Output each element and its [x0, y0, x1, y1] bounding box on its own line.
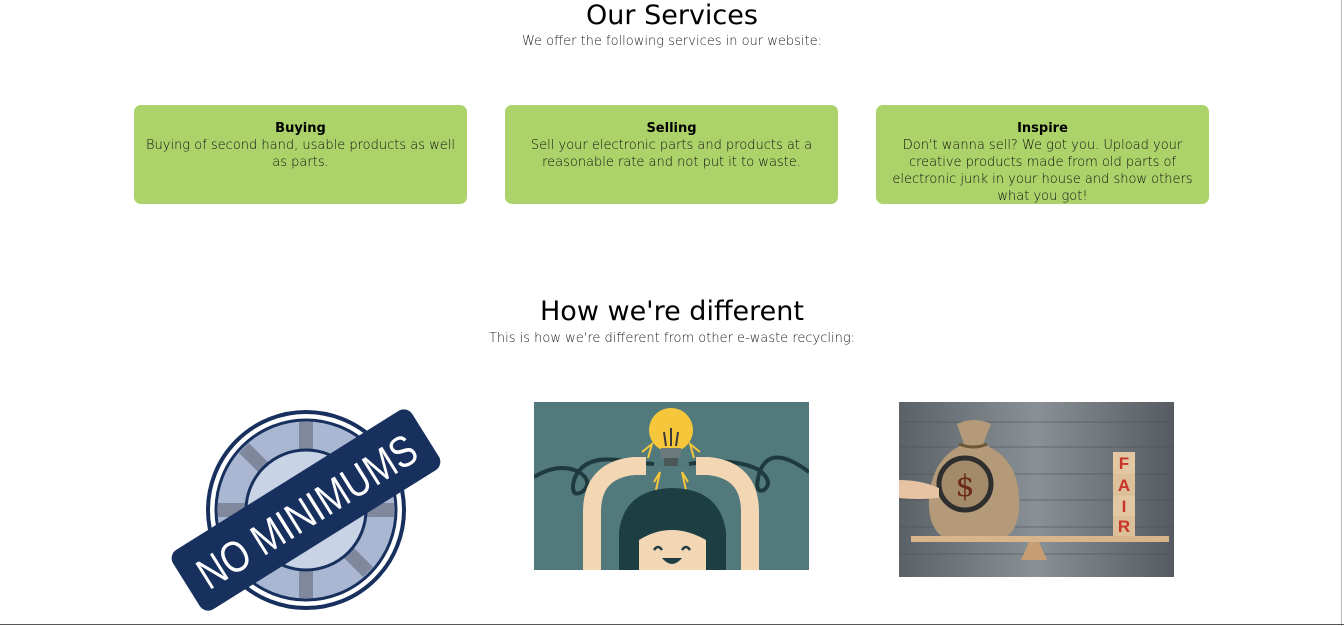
- page-bottom-border: [0, 624, 1344, 625]
- service-card-buying: Buying Buying of second hand, usable pro…: [134, 105, 467, 204]
- service-card-description: Don't wanna sell? We got you. Upload you…: [892, 138, 1193, 204]
- different-title: How we're different: [540, 296, 804, 327]
- fair-money-bag-image: $ F A I R: [899, 402, 1174, 577]
- service-card-selling: Selling Sell your electronic parts and p…: [505, 105, 838, 204]
- service-card-title: Buying: [275, 121, 326, 136]
- different-subtitle: This is how we're different from other e…: [488, 331, 856, 346]
- service-card-title: Inspire: [1017, 121, 1068, 136]
- no-minimums-badge-image: NO MINIMUMS: [165, 398, 450, 623]
- services-subtitle: We offer the following services in our w…: [521, 34, 823, 49]
- fair-letter-r: R: [1118, 517, 1130, 536]
- service-card-title: Selling: [646, 121, 697, 136]
- fair-letter-a: A: [1118, 476, 1130, 495]
- dollar-symbol: $: [955, 469, 974, 504]
- service-card-inspire: Inspire Don't wanna sell? We got you. Up…: [876, 105, 1209, 204]
- fair-letter-i: I: [1122, 497, 1127, 516]
- service-card-description: Buying of second hand, usable products a…: [146, 138, 455, 170]
- service-card-description: Sell your electronic parts and products …: [530, 138, 813, 170]
- idea-lightbulb-image: [534, 402, 809, 570]
- fair-letter-f: F: [1119, 454, 1129, 473]
- services-title: Our Services: [586, 0, 758, 31]
